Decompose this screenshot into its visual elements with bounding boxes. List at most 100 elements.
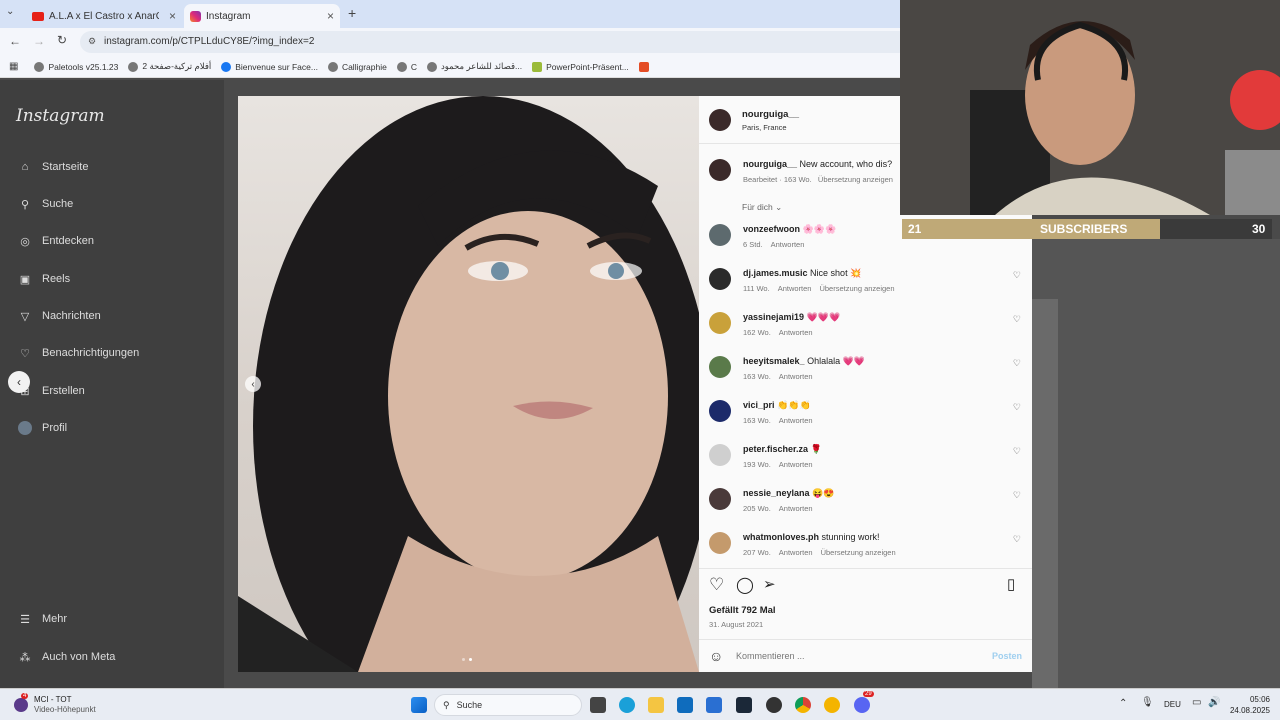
for-you-filter[interactable]: Für dich ⌄: [742, 202, 782, 213]
commenter-avatar[interactable]: [709, 312, 731, 334]
author-avatar[interactable]: [709, 109, 731, 131]
new-tab-icon[interactable]: +: [348, 5, 356, 21]
reply-link[interactable]: Antworten: [771, 240, 805, 249]
windows-start-icon[interactable]: [411, 697, 427, 713]
sidebar-item-mehr[interactable]: ☰ Mehr: [16, 609, 67, 629]
bookmark-item[interactable]: C: [396, 61, 417, 72]
sidebar-item-reels[interactable]: ▣ Reels: [16, 269, 70, 289]
reply-link[interactable]: Antworten: [779, 504, 813, 513]
comment-username[interactable]: vonzeefwoon: [743, 224, 800, 234]
previous-post-button[interactable]: ‹: [8, 371, 30, 393]
steam-icon[interactable]: [736, 697, 752, 713]
reply-link[interactable]: Antworten: [779, 460, 813, 469]
comment-input[interactable]: Kommentieren ...: [736, 651, 805, 661]
discord-icon[interactable]: 29: [854, 691, 874, 713]
sidebar-item-nachrichten[interactable]: ▽ Nachrichten: [16, 306, 101, 326]
bookmark-html-icon[interactable]: [638, 61, 649, 72]
comment-username[interactable]: whatmonloves.ph: [743, 532, 819, 542]
commenter-avatar[interactable]: [709, 444, 731, 466]
tab-youtube[interactable]: A.L.A x El Castro x AnarChnow... ×: [26, 4, 182, 28]
comment-like-icon[interactable]: ♡: [1013, 446, 1021, 457]
comment-username[interactable]: vici_pri: [743, 400, 775, 410]
emoji-icon[interactable]: ☺: [709, 648, 723, 664]
reply-link[interactable]: Antworten: [778, 284, 812, 293]
sidebar-item-meta[interactable]: ⁂ Auch von Meta: [16, 647, 116, 667]
bookmark-icon[interactable]: ▯: [1007, 575, 1015, 593]
tray-chevron-up-icon[interactable]: ⌃: [1119, 698, 1127, 709]
comment-like-icon[interactable]: ♡: [1013, 490, 1021, 501]
translate-link[interactable]: Übersetzung anzeigen: [821, 548, 896, 557]
comment-username[interactable]: peter.fischer.za: [743, 444, 808, 454]
game-app-icon[interactable]: [766, 697, 782, 713]
comment-username[interactable]: yassinejami19: [743, 312, 804, 322]
comment-like-icon[interactable]: ♡: [1013, 358, 1021, 369]
store-icon[interactable]: [706, 697, 722, 713]
task-view-icon[interactable]: [590, 697, 606, 713]
post-image[interactable]: ‹: [238, 96, 699, 672]
address-bar[interactable]: ⚙ instagram.com/p/CTPLLduCY8E/?img_index…: [80, 31, 910, 53]
comment-like-icon[interactable]: ♡: [1013, 314, 1021, 325]
bookmark-item[interactable]: قصائد للشاعر محمود...: [426, 61, 522, 72]
comment-like-icon[interactable]: ♡: [1013, 534, 1021, 545]
bookmark-item[interactable]: أفلام تركية-صفحة 2: [128, 61, 211, 72]
sidebar-item-entdecken[interactable]: ◎ Entdecken: [16, 231, 94, 251]
comment-like-icon[interactable]: ♡: [1013, 270, 1021, 281]
comment-username[interactable]: dj.james.music: [743, 268, 808, 278]
reply-link[interactable]: Antworten: [779, 328, 813, 337]
comment-username[interactable]: heeyitsmalek_: [743, 356, 805, 366]
commenter-avatar[interactable]: [709, 488, 731, 510]
like-icon[interactable]: ♡: [709, 575, 724, 595]
sidebar-item-benachrichtigungen[interactable]: ♡ Benachrichtigungen: [16, 343, 139, 363]
bookmark-item[interactable]: PowerPoint-Präsent...: [532, 61, 629, 72]
site-info-icon[interactable]: ⚙: [88, 36, 96, 47]
edge-icon[interactable]: [619, 697, 635, 713]
file-explorer-icon[interactable]: [648, 697, 664, 713]
close-tab-icon[interactable]: ×: [327, 9, 334, 23]
reply-link[interactable]: Antworten: [779, 372, 813, 381]
bookmark-item[interactable]: Calligraphie: [327, 61, 387, 72]
author-username[interactable]: nourguiga__: [742, 109, 799, 120]
chrome-icon[interactable]: [795, 697, 811, 713]
apps-grid-icon[interactable]: ▦: [9, 61, 18, 72]
tab-list-dropdown-icon[interactable]: ⌄: [6, 6, 14, 17]
reload-icon[interactable]: ↻: [57, 33, 67, 47]
photo-previous-icon[interactable]: ‹: [245, 376, 261, 392]
commenter-avatar[interactable]: [709, 400, 731, 422]
comment-icon[interactable]: ◯: [736, 575, 754, 595]
taskbar-search[interactable]: ⚲ Suche: [434, 694, 582, 716]
outlook-icon[interactable]: [677, 697, 693, 713]
share-icon[interactable]: ➢: [763, 575, 776, 593]
chrome-canary-icon[interactable]: [824, 697, 840, 713]
taskbar-app-widget[interactable]: 4 MCI - TOT Video-Höhepunkt: [14, 693, 96, 717]
author-location[interactable]: Paris, France: [742, 123, 787, 132]
bookmark-item[interactable]: Bienvenue sur Face...: [221, 61, 318, 72]
commenter-avatar[interactable]: [709, 356, 731, 378]
close-tab-icon[interactable]: ×: [169, 9, 176, 23]
instagram-logo[interactable]: Instagram: [16, 106, 105, 126]
language-indicator[interactable]: DEU: [1164, 700, 1181, 709]
volume-icon[interactable]: 🔊: [1208, 697, 1220, 708]
comment-like-icon[interactable]: ♡: [1013, 402, 1021, 413]
caption-username[interactable]: nourguiga__: [743, 159, 797, 169]
sidebar-item-profil[interactable]: Profil: [16, 418, 67, 438]
sidebar-item-suche[interactable]: ⚲ Suche: [16, 194, 73, 214]
post-comment-button[interactable]: Posten: [992, 651, 1022, 661]
like-count[interactable]: Gefällt 792 Mal: [709, 605, 776, 616]
network-icon[interactable]: ▭: [1192, 697, 1201, 708]
comment-username[interactable]: nessie_neylana: [743, 488, 810, 498]
commenter-avatar[interactable]: [709, 224, 731, 246]
sidebar-item-startseite[interactable]: ⌂ Startseite: [16, 157, 89, 177]
reply-link[interactable]: Antworten: [779, 416, 813, 425]
clock[interactable]: 05:06 24.08.2025: [1226, 694, 1270, 716]
forward-icon[interactable]: →: [33, 34, 45, 48]
bookmark-item[interactable]: Paletools v25.1.23: [34, 61, 118, 72]
commenter-avatar[interactable]: [709, 532, 731, 554]
translate-link[interactable]: Übersetzung anzeigen: [818, 175, 893, 184]
translate-link[interactable]: Übersetzung anzeigen: [819, 284, 894, 293]
reply-link[interactable]: Antworten: [779, 548, 813, 557]
commenter-avatar[interactable]: [709, 268, 731, 290]
tab-instagram[interactable]: Instagram ×: [184, 4, 340, 28]
author-avatar[interactable]: [709, 159, 731, 181]
microphone-icon[interactable]: 🎙: [1141, 697, 1154, 708]
back-icon[interactable]: ←: [9, 34, 21, 48]
